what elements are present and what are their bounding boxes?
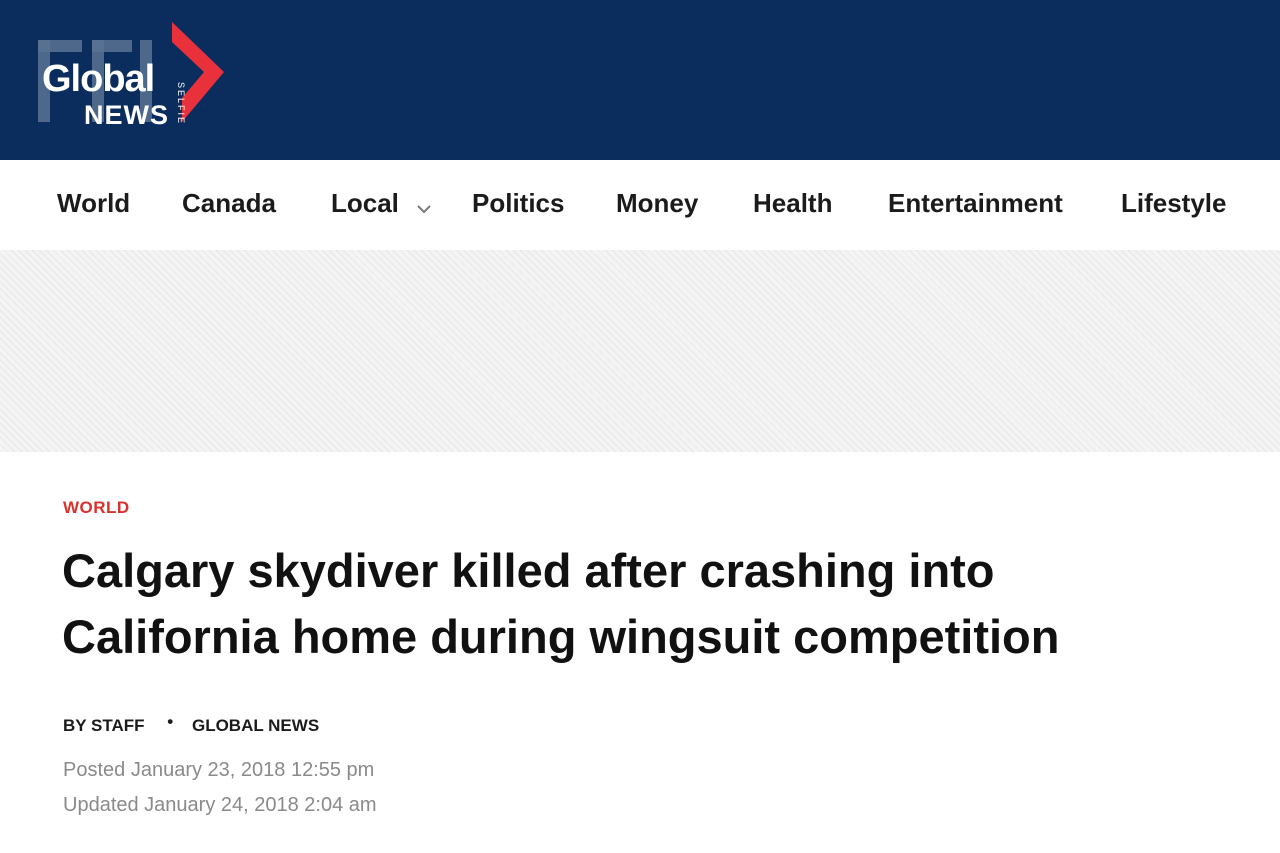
- nav-item-entertainment[interactable]: Entertainment: [888, 188, 1063, 219]
- article-category-link[interactable]: WORLD: [63, 498, 130, 518]
- logo-global-text: Global: [42, 58, 155, 100]
- nav-item-canada[interactable]: Canada: [182, 188, 276, 219]
- nav-item-world[interactable]: World: [57, 188, 130, 219]
- nav-item-health[interactable]: Health: [753, 188, 832, 219]
- headline-line-1: Calgary skydiver killed after crashing i…: [62, 544, 995, 597]
- nav-item-money[interactable]: Money: [616, 188, 698, 219]
- nav-item-lifestyle[interactable]: Lifestyle: [1121, 188, 1227, 219]
- byline-outlet: GLOBAL NEWS: [191, 716, 320, 735]
- nav-item-local[interactable]: Local: [331, 188, 432, 221]
- posted-timestamp: Posted January 23, 2018 12:55 pm: [63, 759, 375, 781]
- logo-news-text: NEWS: [84, 100, 169, 130]
- nav-item-politics[interactable]: Politics: [472, 188, 564, 219]
- headline-line-2: California home during wingsuit competit…: [62, 610, 1060, 663]
- ad-placeholder-band: [0, 250, 1280, 452]
- logo-selfie-text: SELFIE: [176, 82, 186, 126]
- byline-separator: •: [167, 712, 174, 731]
- nav-item-local-label: Local: [331, 188, 399, 218]
- article-headline: Calgary skydiver killed after crashing i…: [62, 538, 1242, 670]
- article-header: WORLD Calgary skydiver killed after cras…: [0, 452, 1280, 853]
- updated-timestamp: Updated January 24, 2018 2:04 am: [63, 794, 377, 816]
- main-navigation: World Canada Local Politics Money Health…: [0, 160, 1280, 250]
- global-news-logo[interactable]: Global NEWS SELFIE: [36, 20, 236, 132]
- article-byline: BY STAFF • GLOBAL NEWS: [63, 712, 320, 736]
- byline-author: BY STAFF: [63, 716, 145, 735]
- chevron-down-icon: [416, 190, 432, 221]
- site-header: Global NEWS SELFIE: [0, 0, 1280, 160]
